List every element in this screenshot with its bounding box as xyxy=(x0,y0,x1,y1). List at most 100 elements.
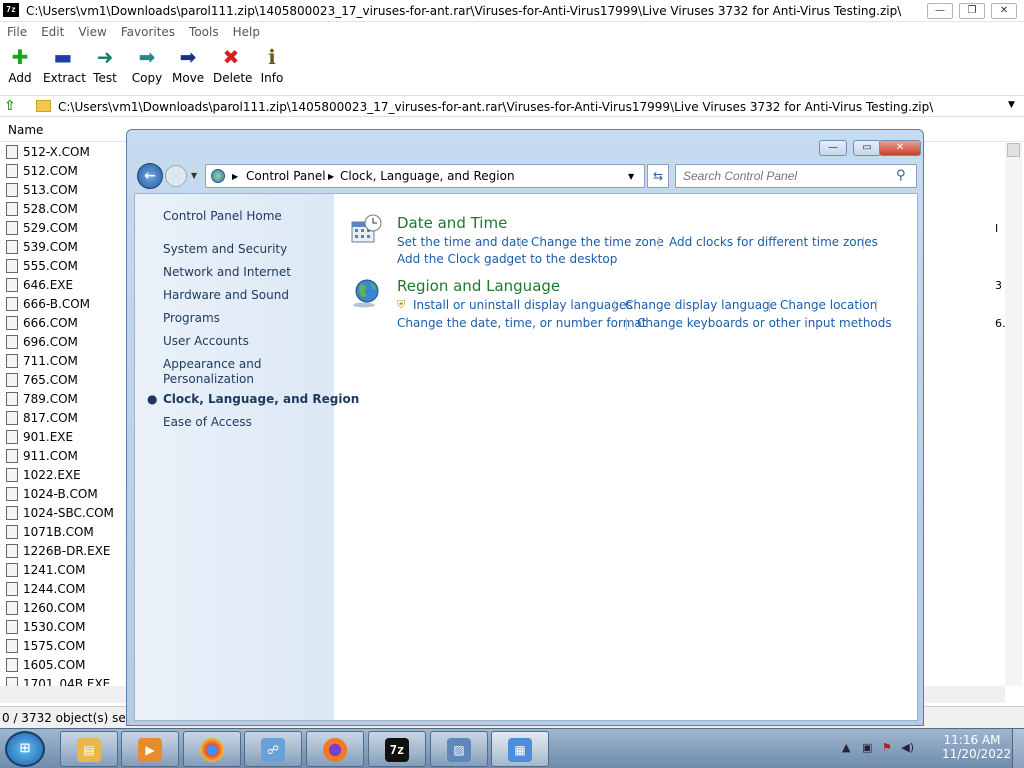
search-icon[interactable]: ⚲ xyxy=(896,168,906,183)
volume-icon[interactable]: ◀) xyxy=(901,741,914,754)
list-item[interactable]: 1244.COM xyxy=(0,580,128,599)
list-item[interactable]: 528.COM xyxy=(0,200,128,219)
list-item[interactable]: 513.COM xyxy=(0,181,128,200)
sidebar-item-user-accounts[interactable]: User Accounts xyxy=(163,334,249,348)
region-language-title[interactable]: Region and Language xyxy=(397,277,560,295)
list-item[interactable]: 666-B.COM xyxy=(0,295,128,314)
list-item[interactable]: 512.COM xyxy=(0,162,128,181)
clock[interactable]: 11:16 AM 11/20/2022 xyxy=(942,733,1011,761)
list-item[interactable]: 901.EXE xyxy=(0,428,128,447)
breadcrumb-clock-language[interactable]: Clock, Language, and Region xyxy=(340,169,515,183)
add-clocks-link[interactable]: Add clocks for different time zones xyxy=(669,235,878,249)
chevron-up-icon[interactable]: ▲ xyxy=(842,741,850,754)
start-button[interactable]: ⊞ xyxy=(5,731,45,767)
menu-favorites[interactable]: Favorites xyxy=(114,22,182,42)
up-folder-icon[interactable]: ⇧ xyxy=(4,98,22,115)
sidebar-item-clock-language[interactable]: Clock, Language, and Region xyxy=(163,392,359,406)
list-item[interactable]: 1024-B.COM xyxy=(0,485,128,504)
install-languages-link[interactable]: Install or uninstall display languages xyxy=(413,298,633,312)
network-icon[interactable]: ▣ xyxy=(862,741,872,754)
cp-maximize-button[interactable]: ▭ xyxy=(853,140,881,156)
list-item[interactable]: 1701_04B.EXE xyxy=(0,675,128,686)
taskbar-firefox[interactable] xyxy=(306,731,364,767)
menu-view[interactable]: View xyxy=(71,22,113,42)
extract-button[interactable]: ▬ Extract xyxy=(43,46,86,85)
address-bar[interactable]: ⇧ C:\Users\vm1\Downloads\parol111.zip\14… xyxy=(0,95,1024,117)
menu-help[interactable]: Help xyxy=(226,22,267,42)
list-item[interactable]: 646.EXE xyxy=(0,276,128,295)
sidebar-home-link[interactable]: Control Panel Home xyxy=(163,209,282,223)
list-item[interactable]: 1071B.COM xyxy=(0,523,128,542)
change-keyboards-link[interactable]: Change keyboards or other input methods xyxy=(637,316,892,330)
set-time-link[interactable]: Set the time and date xyxy=(397,235,528,249)
sidebar-item-ease-of-access[interactable]: Ease of Access xyxy=(163,415,252,429)
minimize-button[interactable]: — xyxy=(927,3,953,19)
refresh-icon[interactable]: ⇆ xyxy=(647,164,669,188)
add-button[interactable]: ✚ Add xyxy=(8,46,32,85)
list-item[interactable]: 711.COM xyxy=(0,352,128,371)
sidebar-item-hardware[interactable]: Hardware and Sound xyxy=(163,288,289,302)
list-item[interactable]: 666.COM xyxy=(0,314,128,333)
list-item[interactable]: 1575.COM xyxy=(0,637,128,656)
breadcrumb-arrow-icon[interactable]: ▶ xyxy=(328,172,334,181)
change-display-language-link[interactable]: Change display language xyxy=(625,298,777,312)
list-item[interactable]: 1022.EXE xyxy=(0,466,128,485)
list-item[interactable]: 817.COM xyxy=(0,409,128,428)
sidebar-item-appearance-line2[interactable]: Personalization xyxy=(163,372,254,386)
action-center-icon[interactable]: ⚑ xyxy=(882,741,892,754)
list-item[interactable]: 512-X.COM xyxy=(0,143,128,162)
sidebar-item-programs[interactable]: Programs xyxy=(163,311,220,325)
show-desktop-button[interactable] xyxy=(1012,729,1024,768)
clock-gadget-link[interactable]: Add the Clock gadget to the desktop xyxy=(397,252,617,266)
list-item[interactable]: 555.COM xyxy=(0,257,128,276)
taskbar-network[interactable]: ☍ xyxy=(244,731,302,767)
vertical-scrollbar[interactable] xyxy=(1005,143,1022,686)
list-item[interactable]: 1530.COM xyxy=(0,618,128,637)
column-name[interactable]: Name xyxy=(8,123,43,137)
chevron-down-icon[interactable]: ▼ xyxy=(628,172,634,181)
info-button[interactable]: ℹ Info xyxy=(259,46,285,85)
taskbar-control-panel[interactable]: ▦ xyxy=(491,731,549,767)
move-button[interactable]: ➡ Move xyxy=(172,46,204,85)
list-item[interactable]: 1605.COM xyxy=(0,656,128,675)
address-path[interactable]: C:\Users\vm1\Downloads\parol111.zip\1405… xyxy=(58,100,933,114)
menu-tools[interactable]: Tools xyxy=(182,22,226,42)
breadcrumb-arrow-icon[interactable]: ▶ xyxy=(232,172,238,181)
sidebar-item-appearance[interactable]: Appearance and xyxy=(163,357,261,371)
taskbar-media-player[interactable]: ▶ xyxy=(121,731,179,767)
restore-button[interactable]: ❐ xyxy=(959,3,985,19)
change-location-link[interactable]: Change location xyxy=(780,298,877,312)
taskbar-7zip[interactable]: 7z xyxy=(368,731,426,767)
forward-arrow-icon[interactable] xyxy=(165,165,187,187)
list-item[interactable]: 911.COM xyxy=(0,447,128,466)
taskbar-chrome[interactable] xyxy=(183,731,241,767)
menu-edit[interactable]: Edit xyxy=(34,22,71,42)
list-item[interactable]: 789.COM xyxy=(0,390,128,409)
taskbar-image-viewer[interactable]: ▨ xyxy=(430,731,488,767)
scroll-thumb[interactable] xyxy=(1007,143,1020,157)
copy-button[interactable]: ➡ Copy xyxy=(131,46,163,85)
cp-close-button[interactable]: ✕ xyxy=(879,140,921,156)
breadcrumb-control-panel[interactable]: Control Panel xyxy=(246,169,326,183)
sidebar-item-system-security[interactable]: System and Security xyxy=(163,242,287,256)
search-input[interactable] xyxy=(683,169,883,183)
taskbar-explorer[interactable]: ▤ xyxy=(60,731,118,767)
change-time-zone-link[interactable]: Change the time zone xyxy=(531,235,664,249)
chevron-down-icon[interactable]: ▼ xyxy=(1008,100,1015,110)
menu-file[interactable]: File xyxy=(0,22,34,42)
list-item[interactable]: 529.COM xyxy=(0,219,128,238)
sidebar-item-network[interactable]: Network and Internet xyxy=(163,265,291,279)
cp-minimize-button[interactable]: — xyxy=(819,140,847,156)
list-item[interactable]: 696.COM xyxy=(0,333,128,352)
change-format-link[interactable]: Change the date, time, or number format xyxy=(397,316,646,330)
breadcrumb[interactable]: ▶ Control Panel ▶ Clock, Language, and R… xyxy=(205,164,645,188)
date-time-title[interactable]: Date and Time xyxy=(397,214,507,232)
search-box[interactable]: ⚲ xyxy=(675,164,917,188)
recent-pages-chevron-icon[interactable]: ▼ xyxy=(191,171,197,180)
test-button[interactable]: ➜ Test xyxy=(91,46,119,85)
list-item[interactable]: 1226B-DR.EXE xyxy=(0,542,128,561)
list-item[interactable]: 765.COM xyxy=(0,371,128,390)
back-arrow-icon[interactable]: ← xyxy=(137,163,163,189)
delete-button[interactable]: ✖ Delete xyxy=(213,46,252,85)
close-button[interactable]: ✕ xyxy=(991,3,1017,19)
